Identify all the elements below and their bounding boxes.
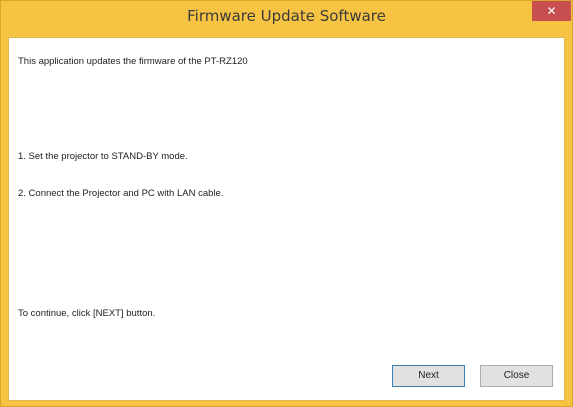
close-icon: ✕ [546,4,557,18]
intro-text: This application updates the firmware of… [18,56,248,67]
step-1-text: 1. Set the projector to STAND-BY mode. [18,151,188,162]
continue-instruction: To continue, click [NEXT] button. [18,308,156,319]
window-title: Firmware Update Software [187,7,386,25]
next-button[interactable]: Next [392,365,465,387]
model-name: PT-RZ120 [204,56,248,67]
content-panel: This application updates the firmware of… [8,37,565,401]
title-bar[interactable]: Firmware Update Software ✕ [1,1,572,31]
close-button[interactable]: Close [480,365,553,387]
step-2-text: 2. Connect the Projector and PC with LAN… [18,188,224,199]
intro-prefix: This application updates the firmware of… [18,56,202,67]
close-window-button[interactable]: ✕ [532,1,571,21]
firmware-update-window: Firmware Update Software ✕ This applicat… [0,0,573,407]
